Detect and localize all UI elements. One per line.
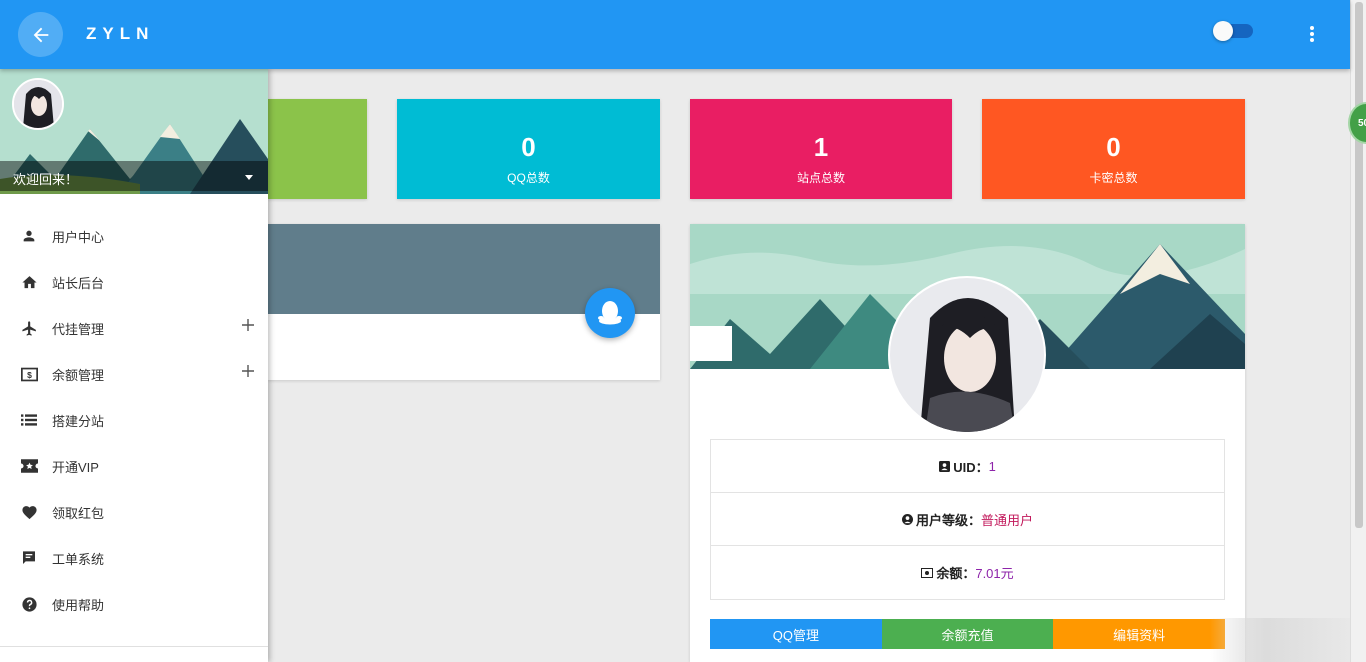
person-icon — [20, 227, 38, 245]
stat-card-site-total: 1 站点总数 — [690, 99, 952, 199]
list-icon — [20, 411, 38, 429]
profile-info-table: UID： 1 用户等级： 普通用户 余额： 7.01元 — [710, 439, 1225, 600]
menu-item-admin[interactable]: 站长后台 — [0, 259, 268, 305]
menu-item-label: 搭建分站 — [52, 413, 105, 429]
drawer-menu: 用户中心 站长后台 代挂管理 $ 余额管理 搭建分站 开通VIP 领取红包 工单… — [0, 213, 268, 627]
edit-profile-button[interactable]: 编辑资料 — [1053, 619, 1226, 649]
app-brand: ZYLN — [86, 24, 155, 43]
welcome-text: 欢迎回来！ — [13, 172, 79, 187]
top-app-bar: ZYLN — [0, 0, 1350, 69]
menu-item-help[interactable]: 使用帮助 — [0, 581, 268, 627]
drawer-avatar[interactable] — [12, 78, 64, 130]
nav-drawer: 欢迎回来！ 用户中心 站长后台 代挂管理 $ 余额管理 搭建分站 开通VIP 领… — [0, 69, 268, 662]
page-scrollbar[interactable] — [1350, 0, 1366, 662]
theme-toggle[interactable] — [1213, 21, 1253, 41]
money-icon — [921, 567, 934, 578]
profile-card: UID： 1 用户等级： 普通用户 余额： 7.01元 QQ管理 余额充值 编辑… — [690, 224, 1245, 662]
qq-penguin-icon — [598, 301, 622, 325]
menu-item-substation[interactable]: 搭建分站 — [0, 397, 268, 443]
menu-item-label: 开通VIP — [52, 459, 99, 475]
level-value: 普通用户 — [981, 512, 1034, 528]
menu-item-label: 站长后台 — [52, 275, 105, 291]
drawer-header: 欢迎回来！ — [0, 69, 268, 194]
more-options-button[interactable] — [1302, 22, 1322, 46]
stat-label: 卡密总数 — [1089, 171, 1138, 185]
menu-item-label: 用户中心 — [52, 229, 105, 245]
more-vert-icon — [1310, 26, 1314, 42]
arrow-left-icon — [33, 27, 48, 42]
watermark-blur — [1210, 618, 1350, 662]
qq-fab-button[interactable] — [585, 288, 635, 338]
menu-item-label: 工单系统 — [52, 551, 105, 567]
stat-label: 站点总数 — [796, 171, 845, 185]
menu-item-label: 代挂管理 — [52, 321, 105, 337]
avatar-portrait-image — [14, 80, 62, 128]
back-button[interactable] — [18, 12, 63, 57]
stat-card-partial — [268, 99, 367, 199]
stat-value: 0 — [521, 132, 536, 162]
user-circle-icon — [901, 513, 913, 525]
balance-value: 7.01元 — [975, 566, 1014, 581]
svg-text:$: $ — [27, 369, 32, 379]
airplane-icon — [20, 319, 38, 337]
money-icon: $ — [20, 365, 38, 383]
home-icon — [20, 273, 38, 291]
avatar-portrait-image — [890, 278, 1044, 432]
plus-icon[interactable] — [242, 365, 254, 377]
uid-value: 1 — [988, 458, 996, 474]
profile-avatar — [888, 276, 1046, 434]
caret-down-icon — [245, 175, 253, 180]
stat-card-qq-total: 0 QQ总数 — [397, 99, 660, 199]
menu-item-vip[interactable]: 开通VIP — [0, 443, 268, 489]
balance-label: 余额： — [936, 566, 976, 581]
balance-row: 余额： 7.01元 — [711, 546, 1224, 599]
menu-item-balance[interactable]: $ 余额管理 — [0, 351, 268, 397]
menu-item-red-packet[interactable]: 领取红包 — [0, 489, 268, 535]
menu-item-hosting[interactable]: 代挂管理 — [0, 305, 268, 351]
scrollbar-thumb[interactable] — [1355, 2, 1363, 528]
plus-icon[interactable] — [242, 319, 254, 331]
qq-manage-button[interactable]: QQ管理 — [710, 619, 882, 649]
ticket-icon — [20, 457, 38, 475]
id-card-icon — [939, 460, 951, 472]
level-row: 用户等级： 普通用户 — [711, 493, 1224, 546]
menu-item-ticket-system[interactable]: 工单系统 — [0, 535, 268, 581]
drawer-divider — [0, 646, 268, 647]
uid-label: UID： — [953, 459, 989, 475]
stat-label: QQ总数 — [507, 171, 550, 185]
stat-card-card-key-total: 0 卡密总数 — [982, 99, 1245, 199]
profile-action-buttons: QQ管理 余额充值 编辑资料 — [710, 619, 1226, 649]
help-icon — [20, 595, 38, 613]
menu-item-label: 使用帮助 — [52, 597, 105, 613]
stat-value: 1 — [813, 132, 829, 162]
balance-recharge-button[interactable]: 余额充值 — [881, 619, 1054, 649]
menu-item-user-center[interactable]: 用户中心 — [0, 213, 268, 259]
stat-value: 0 — [1106, 132, 1121, 162]
level-label: 用户等级： — [915, 512, 981, 528]
uid-row: UID： 1 — [711, 440, 1224, 493]
feedback-icon — [20, 549, 38, 567]
account-switcher[interactable]: 欢迎回来！ — [0, 161, 268, 191]
menu-item-label: 领取红包 — [52, 505, 105, 521]
toggle-knob — [1213, 21, 1233, 41]
menu-item-label: 余额管理 — [52, 367, 105, 383]
heart-icon — [20, 503, 38, 521]
